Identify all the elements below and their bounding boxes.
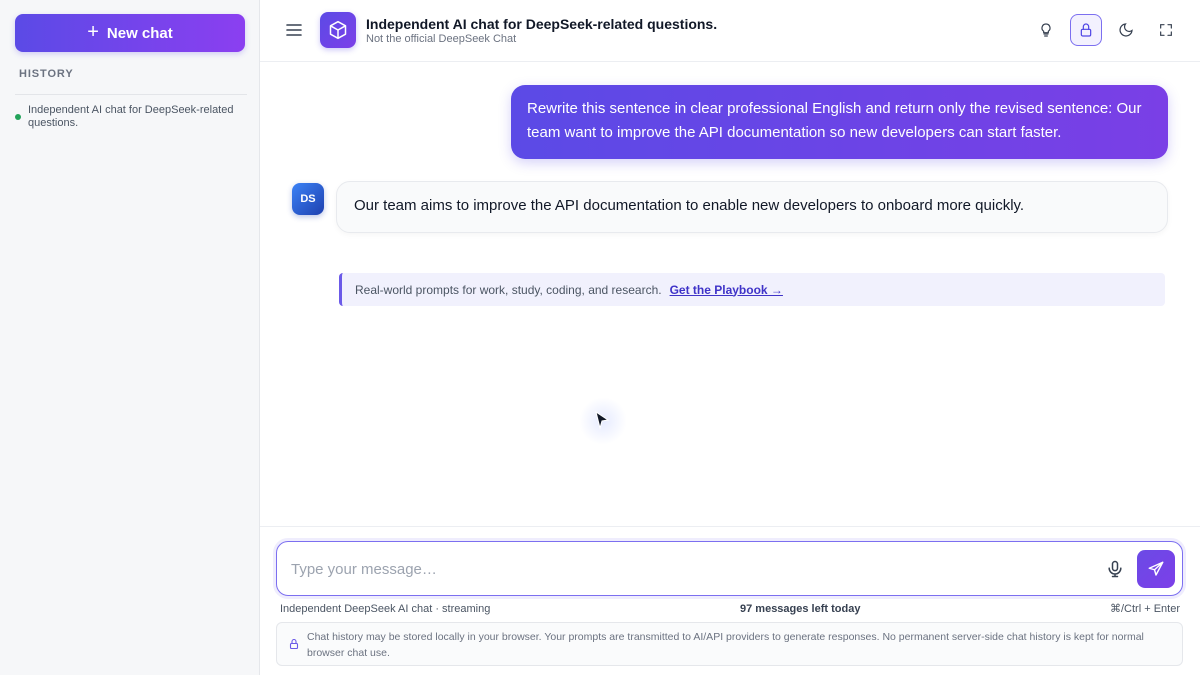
app-logo-cube-icon [320, 12, 356, 48]
page-title: Independent AI chat for DeepSeek-related… [366, 16, 718, 32]
sidebar-divider [15, 94, 247, 95]
sidebar: + New chat HISTORY Independent AI chat f… [0, 0, 260, 675]
send-button[interactable] [1137, 550, 1175, 588]
message-input-box [276, 541, 1183, 596]
fullscreen-icon[interactable] [1150, 14, 1182, 46]
header: Independent AI chat for DeepSeek-related… [260, 0, 1200, 62]
message-input[interactable] [291, 558, 1081, 580]
microphone-icon[interactable] [1105, 558, 1125, 580]
privacy-text: Chat history may be stored locally in yo… [307, 631, 1144, 659]
lock-icon [288, 637, 300, 651]
privacy-notice: Chat history may be stored locally in yo… [276, 622, 1183, 666]
playbook-link[interactable]: Get the Playbook → [670, 283, 783, 297]
messages-left-counter: 97 messages left today [740, 603, 861, 615]
shortcut-hint: ⌘/Ctrl + Enter [1110, 603, 1180, 615]
promo-banner: Real-world prompts for work, study, codi… [339, 273, 1165, 306]
assistant-message: Our team aims to improve the API documen… [336, 181, 1168, 233]
status-dot-icon [15, 114, 21, 120]
menu-icon[interactable] [284, 20, 304, 40]
page-subtitle: Not the official DeepSeek Chat [366, 33, 517, 45]
status-mode-text: Independent DeepSeek AI chat · streaming [280, 603, 491, 615]
promo-text: Real-world prompts for work, study, codi… [355, 282, 662, 297]
assistant-avatar: DS [292, 183, 324, 215]
new-chat-label: New chat [106, 24, 173, 42]
new-chat-button[interactable]: + New chat [15, 14, 245, 52]
history-heading: HISTORY [19, 68, 74, 80]
mouse-cursor-icon [592, 410, 612, 432]
user-message: Rewrite this sentence in clear professio… [511, 85, 1168, 159]
history-item[interactable]: Independent AI chat for DeepSeek-related… [15, 104, 247, 130]
history-item-label: Independent AI chat for DeepSeek-related… [28, 104, 234, 129]
send-icon [1148, 561, 1164, 576]
lightbulb-icon[interactable] [1030, 14, 1062, 46]
moon-icon[interactable] [1110, 14, 1142, 46]
lock-icon[interactable] [1070, 14, 1102, 46]
plus-icon: + [87, 21, 99, 43]
